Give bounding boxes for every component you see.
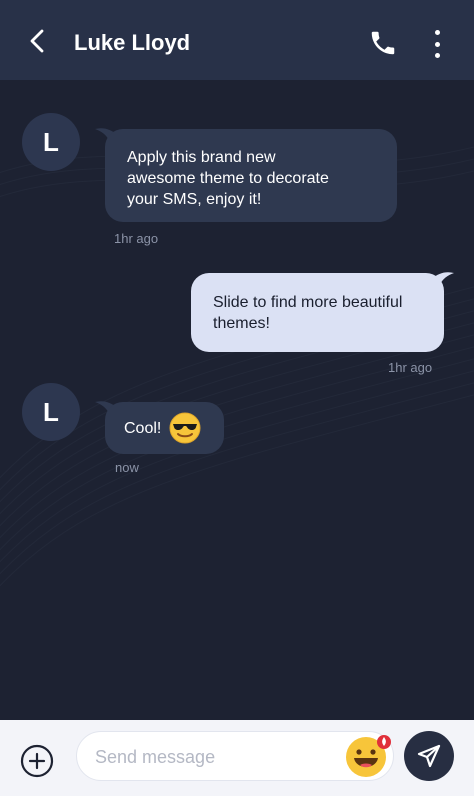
send-button[interactable]: [404, 731, 454, 781]
more-vertical-icon-dot: [434, 53, 440, 58]
message-timestamp: 1hr ago: [114, 231, 159, 246]
grinning-emoji-icon: [346, 735, 391, 777]
message-bubble-incoming[interactable]: Cool!: [105, 402, 224, 454]
message-timestamp: 1hr ago: [388, 360, 433, 375]
message-line: Slide to find more beautiful: [213, 294, 403, 311]
message-line: themes!: [213, 315, 270, 332]
plus-circle-icon: [20, 744, 54, 778]
back-button[interactable]: [22, 26, 52, 56]
more-options-button[interactable]: [424, 28, 450, 60]
paper-plane-icon: [417, 744, 441, 768]
message-text: Cool!: [124, 419, 162, 437]
chat-header: Luke Lloyd: [0, 0, 474, 80]
contact-name: Luke Lloyd: [74, 30, 191, 55]
emoji-picker-button[interactable]: [344, 734, 394, 780]
more-vertical-icon-dot: [434, 41, 440, 47]
message-input[interactable]: [93, 732, 337, 782]
avatar[interactable]: L: [22, 113, 80, 171]
message-bubble-incoming[interactable]: Apply this brand new awesome theme to de…: [105, 129, 397, 222]
add-attachment-button[interactable]: [20, 744, 54, 778]
message-timestamp: now: [115, 460, 139, 475]
message-line: your SMS, enjoy it!: [127, 191, 262, 208]
chevron-left-icon: [30, 29, 44, 53]
message-line: Apply this brand new: [127, 149, 276, 166]
phone-icon: [371, 31, 395, 55]
sunglasses-emoji-icon: [169, 412, 201, 444]
call-button[interactable]: [368, 28, 400, 60]
message-bubble-outgoing[interactable]: Slide to find more beautiful themes!: [191, 273, 444, 352]
more-vertical-icon: [434, 30, 440, 35]
avatar[interactable]: L: [22, 383, 80, 441]
message-line: awesome theme to decorate: [127, 170, 329, 187]
message-composer: [0, 720, 474, 796]
chat-screen: Luke Lloyd L Apply this brand new awesom…: [0, 0, 474, 796]
